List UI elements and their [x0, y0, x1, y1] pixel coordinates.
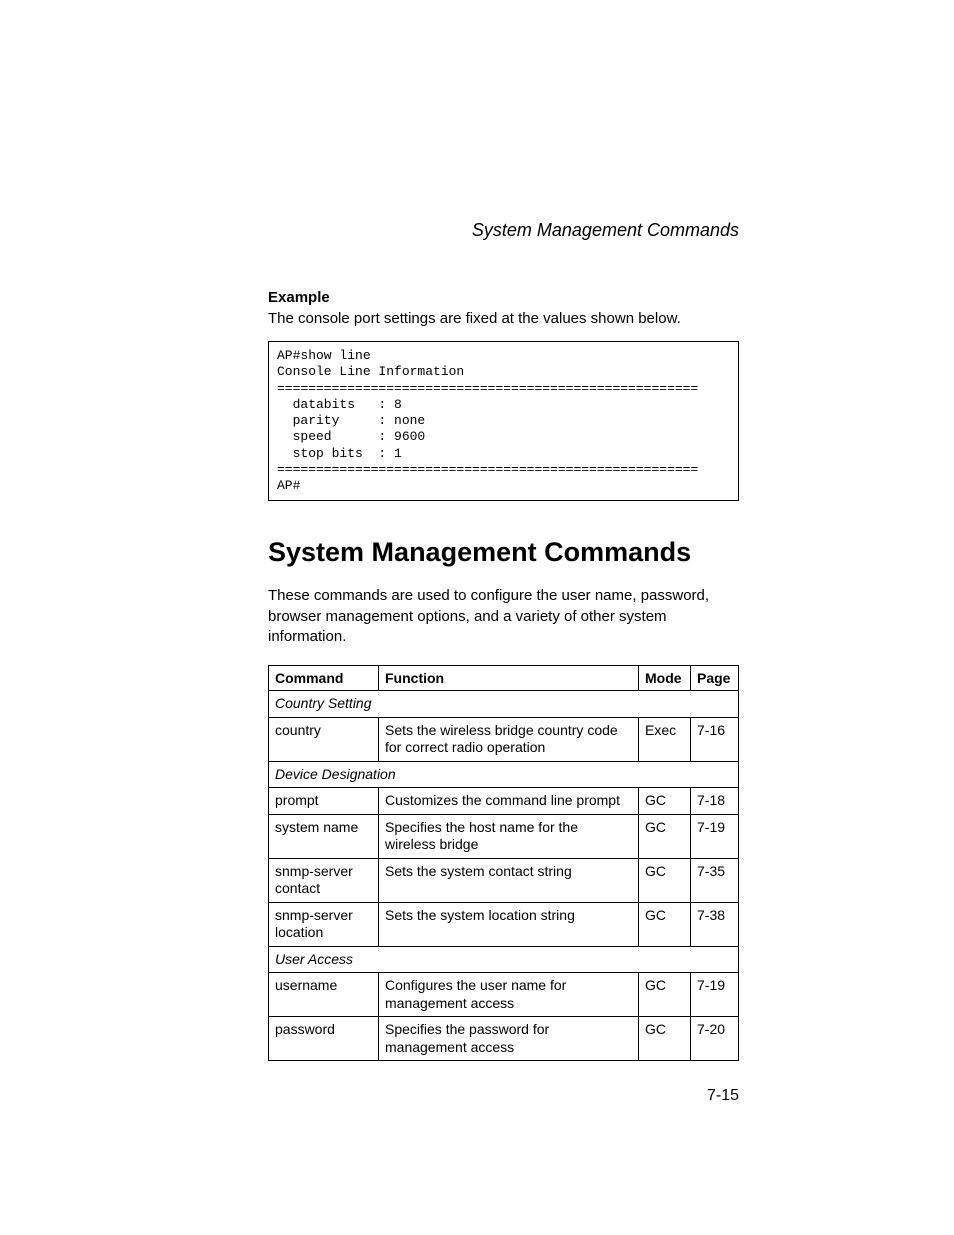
- code-block: AP#show line Console Line Information ==…: [268, 341, 739, 501]
- group-cell: User Access: [269, 946, 739, 973]
- cell-page: 7-19: [691, 814, 739, 858]
- cell-mode: GC: [639, 814, 691, 858]
- cell-function: Configures the user name for management …: [379, 973, 639, 1017]
- cell-page: 7-16: [691, 717, 739, 761]
- th-mode: Mode: [639, 666, 691, 691]
- th-function: Function: [379, 666, 639, 691]
- cell-mode: GC: [639, 788, 691, 815]
- cell-page: 7-18: [691, 788, 739, 815]
- table-row: passwordSpecifies the password for manag…: [269, 1017, 739, 1061]
- group-cell: Country Setting: [269, 691, 739, 718]
- cell-function: Customizes the command line prompt: [379, 788, 639, 815]
- table-row: usernameConfigures the user name for man…: [269, 973, 739, 1017]
- cell-mode: GC: [639, 902, 691, 946]
- th-command: Command: [269, 666, 379, 691]
- table-row: User Access: [269, 946, 739, 973]
- cell-page: 7-38: [691, 902, 739, 946]
- table-row: countrySets the wireless bridge country …: [269, 717, 739, 761]
- example-heading: Example: [268, 289, 739, 306]
- cell-command: password: [269, 1017, 379, 1061]
- table-row: Country Setting: [269, 691, 739, 718]
- cell-function: Sets the system contact string: [379, 858, 639, 902]
- cell-command: snmp-server location: [269, 902, 379, 946]
- table-row: Device Designation: [269, 761, 739, 788]
- cell-command: snmp-server contact: [269, 858, 379, 902]
- running-head: System Management Commands: [268, 220, 739, 241]
- cell-page: 7-35: [691, 858, 739, 902]
- cell-function: Specifies the host name for the wireless…: [379, 814, 639, 858]
- cell-mode: GC: [639, 858, 691, 902]
- cell-page: 7-20: [691, 1017, 739, 1061]
- table-row: system nameSpecifies the host name for t…: [269, 814, 739, 858]
- cell-command: country: [269, 717, 379, 761]
- section-title: System Management Commands: [268, 537, 739, 568]
- cell-command: username: [269, 973, 379, 1017]
- cell-mode: Exec: [639, 717, 691, 761]
- page-number: 7-15: [707, 1087, 739, 1105]
- table-header-row: Command Function Mode Page: [269, 666, 739, 691]
- table-row: promptCustomizes the command line prompt…: [269, 788, 739, 815]
- cell-function: Sets the system location string: [379, 902, 639, 946]
- cell-mode: GC: [639, 973, 691, 1017]
- section-body: These commands are used to configure the…: [268, 586, 739, 647]
- table-row: snmp-server locationSets the system loca…: [269, 902, 739, 946]
- commands-table: Command Function Mode Page Country Setti…: [268, 665, 739, 1061]
- cell-function: Sets the wireless bridge country code fo…: [379, 717, 639, 761]
- cell-function: Specifies the password for management ac…: [379, 1017, 639, 1061]
- table-row: snmp-server contactSets the system conta…: [269, 858, 739, 902]
- cell-command: system name: [269, 814, 379, 858]
- th-page: Page: [691, 666, 739, 691]
- page: System Management Commands Example The c…: [0, 0, 954, 1235]
- group-cell: Device Designation: [269, 761, 739, 788]
- table-body: Country SettingcountrySets the wireless …: [269, 691, 739, 1061]
- cell-page: 7-19: [691, 973, 739, 1017]
- cell-mode: GC: [639, 1017, 691, 1061]
- cell-command: prompt: [269, 788, 379, 815]
- example-intro: The console port settings are fixed at t…: [268, 310, 739, 327]
